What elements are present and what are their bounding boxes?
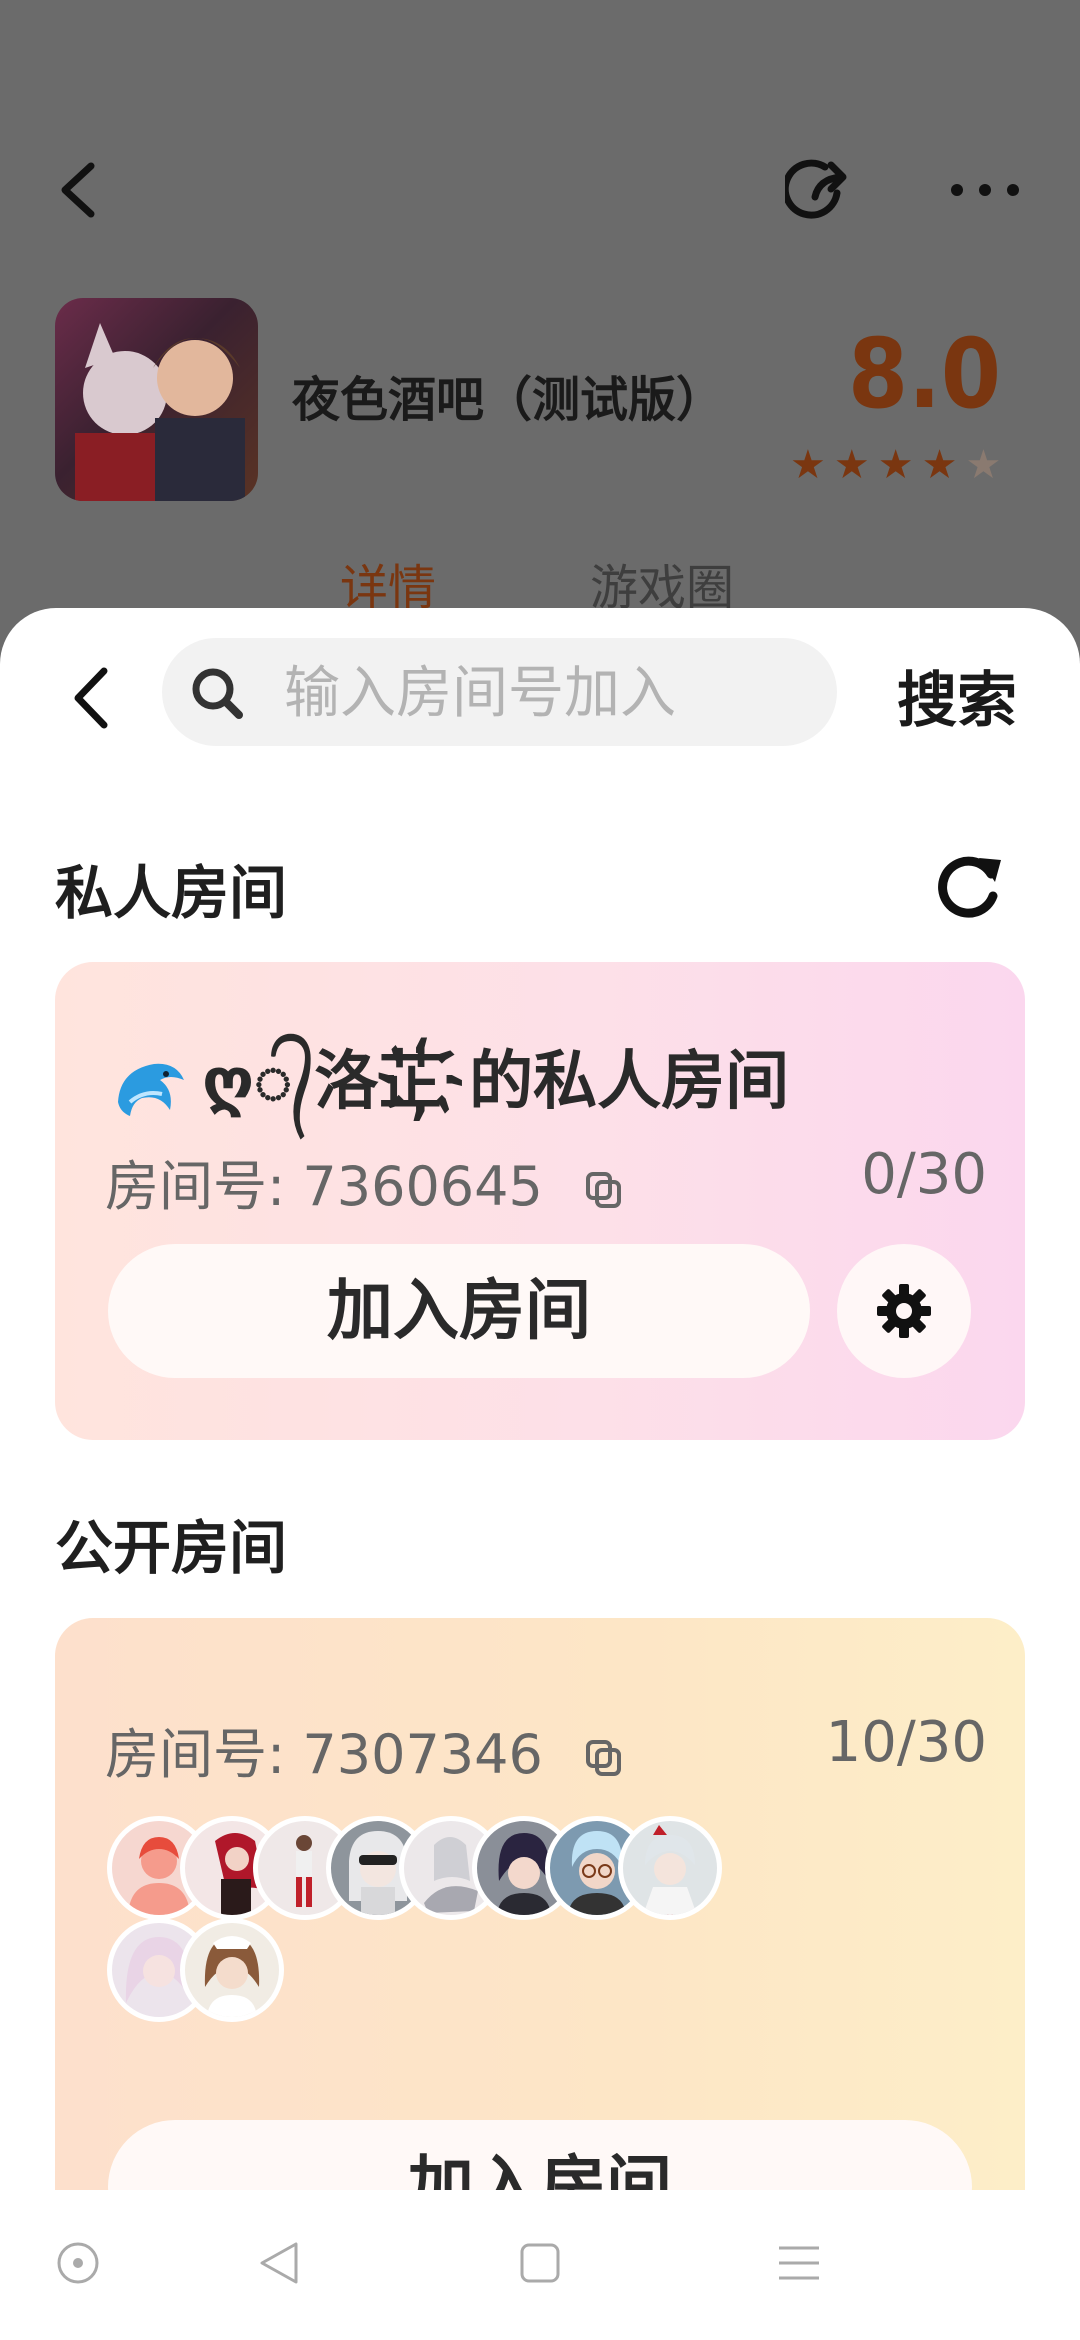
nav-home-icon[interactable]	[55, 2240, 101, 2286]
public-room-card: 房间号: 7307346 10/30 加入房间	[55, 1618, 1025, 2208]
nav-back-icon[interactable]	[256, 2240, 302, 2286]
star-icon: ★	[790, 442, 826, 488]
room-settings-button[interactable]	[837, 1244, 971, 1378]
search-button[interactable]: 搜索	[897, 652, 1017, 739]
public-section-title: 公开房间	[55, 1514, 288, 1582]
join-room-button[interactable]: 加入房间	[108, 1244, 810, 1378]
game-icon	[55, 298, 258, 501]
room-sheet: 搜索 私人房间 ღ᭄洛芷҉的私人房间 房间号: 7360645 0/30 加入房…	[0, 608, 1080, 2208]
search-input[interactable]	[282, 638, 806, 748]
room-number-label: 房间号:	[105, 1155, 286, 1218]
copy-icon[interactable]	[584, 1170, 624, 1210]
refresh-icon[interactable]	[935, 850, 1005, 920]
nav-recents-icon[interactable]	[517, 2240, 563, 2286]
dolphin-icon	[118, 1063, 184, 1116]
room-number-value: 7307346	[302, 1723, 543, 1786]
search-bar	[162, 638, 837, 748]
room-name-text: ღ᭄洛芷҉的私人房间	[202, 1045, 790, 1119]
room-number-label: 房间号:	[105, 1723, 286, 1786]
room-name: ღ᭄洛芷҉的私人房间	[110, 1030, 789, 1150]
star-icon: ★	[877, 442, 914, 488]
room-member-count: 0/30	[861, 1142, 987, 1207]
private-room-card: ღ᭄洛芷҉的私人房间 房间号: 7360645 0/30 加入房间	[55, 962, 1025, 1440]
avatar[interactable]	[618, 1816, 722, 1920]
gear-icon	[877, 1284, 931, 1338]
nav-menu-icon[interactable]	[776, 2240, 822, 2286]
rating-stars: ★ ★ ★ ★ ★	[790, 445, 1001, 485]
back-icon[interactable]	[68, 663, 112, 733]
copy-icon[interactable]	[584, 1738, 624, 1778]
share-icon[interactable]	[785, 155, 857, 225]
game-score: 8.0	[848, 318, 1001, 430]
search-icon	[192, 668, 243, 719]
game-title: 夜色酒吧（测试版）	[292, 372, 725, 428]
background-page: 夜色酒吧（测试版） 8.0 ★ ★ ★ ★ ★ 详情 游戏圈	[0, 0, 1080, 700]
more-icon[interactable]	[945, 165, 1025, 215]
star-icon: ★	[965, 442, 1002, 488]
room-number: 房间号: 7307346	[105, 1710, 624, 1789]
back-icon[interactable]	[55, 160, 101, 220]
system-navbar	[0, 2190, 1080, 2340]
avatar[interactable]	[180, 1918, 284, 2022]
star-icon: ★	[921, 442, 958, 488]
room-number-value: 7360645	[302, 1155, 543, 1218]
room-number: 房间号: 7360645	[105, 1142, 624, 1221]
room-member-count: 10/30	[825, 1710, 987, 1775]
private-section-title: 私人房间	[55, 859, 288, 927]
star-icon: ★	[833, 442, 870, 488]
